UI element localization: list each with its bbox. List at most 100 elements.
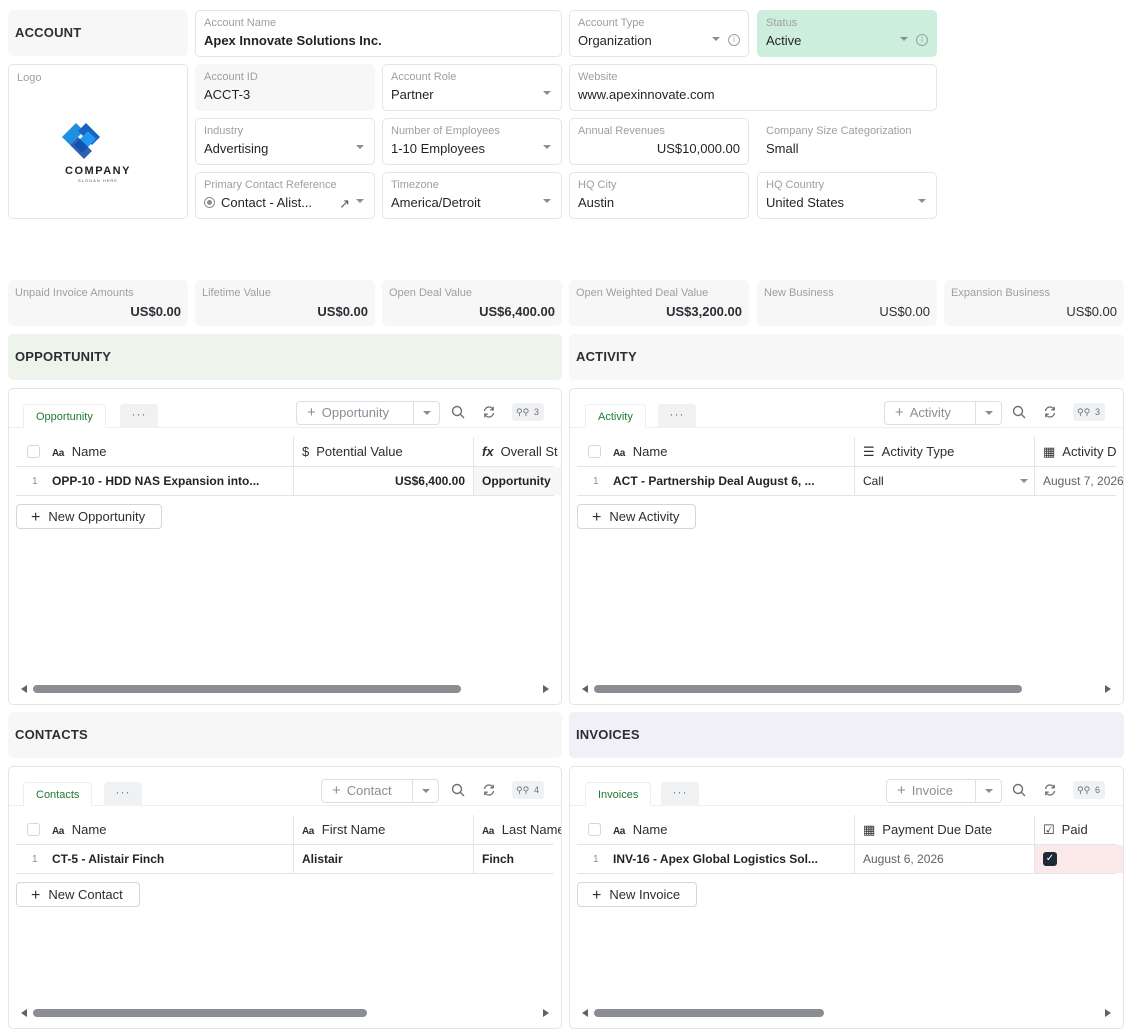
scroll-right-arrow-icon[interactable] [543, 685, 549, 693]
search-icon[interactable] [1012, 783, 1026, 800]
search-icon[interactable] [451, 405, 465, 422]
scroll-left-arrow-icon[interactable] [21, 1009, 27, 1017]
select-all-checkbox[interactable] [27, 445, 40, 458]
open-link-arrow-icon[interactable]: ↗ [339, 196, 350, 212]
column-header-last-name[interactable]: Aa Last Name [474, 815, 561, 844]
tab-invoices[interactable]: Invoices [585, 782, 652, 806]
invoice-name-cell[interactable]: INV-16 - Apex Global Logistics Sol... [605, 845, 855, 873]
annual-revenues-field[interactable]: Annual Revenues US$10,000.00 [569, 118, 749, 165]
table-row[interactable]: 1 ACT - Partnership Deal August 6, ... C… [577, 467, 1123, 496]
add-invoice-button[interactable]: + Invoice [886, 779, 1002, 803]
table-row[interactable]: 1 CT-5 - Alistair Finch Alistair Finch [16, 845, 554, 874]
chevron-down-icon[interactable] [975, 780, 1001, 802]
column-header-activity-type[interactable]: ☰ Activity Type [855, 437, 1035, 466]
select-all-checkbox[interactable] [588, 445, 601, 458]
timezone-field[interactable]: Timezone America/Detroit [382, 172, 562, 219]
column-header-name[interactable]: Aa Name [605, 815, 855, 844]
chevron-down-icon[interactable] [412, 780, 438, 802]
activity-type-cell[interactable]: Call [855, 467, 1035, 495]
primary-contact-field[interactable]: Primary Contact Reference Contact - Alis… [195, 172, 375, 219]
refresh-icon[interactable] [482, 405, 496, 422]
add-opportunity-button[interactable]: + Opportunity [296, 401, 440, 425]
chevron-down-icon[interactable] [712, 37, 720, 41]
info-icon[interactable]: i [916, 34, 928, 46]
scrollbar-thumb[interactable] [594, 1009, 824, 1017]
column-header-name[interactable]: Aa Name [44, 437, 294, 466]
more-tabs-button[interactable]: ··· [104, 782, 142, 806]
chevron-down-icon[interactable] [543, 145, 551, 149]
column-header-name[interactable]: Aa Name [605, 437, 855, 466]
search-icon[interactable] [1012, 405, 1026, 422]
activity-name-cell[interactable]: ACT - Partnership Deal August 6, ... [605, 467, 855, 495]
select-all-checkbox[interactable] [27, 823, 40, 836]
chevron-down-icon[interactable] [975, 402, 1001, 424]
more-tabs-button[interactable]: ··· [120, 404, 158, 428]
column-header-paid[interactable]: ☑ Paid [1035, 815, 1123, 844]
first-name-cell[interactable]: Alistair [294, 845, 474, 873]
chevron-down-icon[interactable] [356, 199, 364, 203]
last-name-cell[interactable]: Finch [474, 845, 561, 873]
add-contact-button[interactable]: + Contact [321, 779, 439, 803]
filter-count-button[interactable]: ⚲⚲ 4 [512, 781, 544, 799]
opportunity-name-cell[interactable]: OPP-10 - HDD NAS Expansion into... [44, 467, 294, 495]
horizontal-scrollbar[interactable] [582, 683, 1111, 695]
employees-field[interactable]: Number of Employees 1-10 Employees [382, 118, 562, 165]
table-row[interactable]: 1 OPP-10 - HDD NAS Expansion into... US$… [16, 467, 561, 496]
column-header-name[interactable]: Aa Name [44, 815, 294, 844]
chevron-down-icon[interactable] [918, 199, 926, 203]
scroll-left-arrow-icon[interactable] [582, 1009, 588, 1017]
chevron-down-icon[interactable] [543, 199, 551, 203]
potential-value-cell[interactable]: US$6,400.00 [294, 467, 474, 495]
scroll-left-arrow-icon[interactable] [21, 685, 27, 693]
more-tabs-button[interactable]: ··· [661, 782, 699, 806]
paid-cell[interactable]: ✓ [1035, 845, 1123, 873]
new-opportunity-button[interactable]: + New Opportunity [16, 504, 163, 529]
horizontal-scrollbar[interactable] [21, 1007, 549, 1019]
logo-field[interactable]: Logo COMPANY SLOGAN HERE [8, 64, 188, 219]
chevron-down-icon[interactable] [413, 402, 439, 424]
refresh-icon[interactable] [1043, 783, 1057, 800]
chevron-down-icon[interactable] [543, 91, 551, 95]
column-header-first-name[interactable]: Aa First Name [294, 815, 474, 844]
column-header-potential-value[interactable]: $ Potential Value [294, 437, 474, 466]
filter-count-button[interactable]: ⚲⚲ 3 [512, 403, 544, 421]
scroll-right-arrow-icon[interactable] [543, 1009, 549, 1017]
payment-due-date-cell[interactable]: August 6, 2026 [855, 845, 1035, 873]
search-icon[interactable] [451, 783, 465, 800]
new-contact-button[interactable]: + New Contact [16, 882, 140, 907]
new-activity-button[interactable]: + New Activity [577, 504, 697, 529]
scrollbar-thumb[interactable] [33, 1009, 367, 1017]
overall-stage-cell[interactable]: Opportunity [474, 467, 561, 495]
hq-city-field[interactable]: HQ City Austin [569, 172, 749, 219]
select-all-checkbox[interactable] [588, 823, 601, 836]
chevron-down-icon[interactable] [900, 37, 908, 41]
chevron-down-icon[interactable] [1020, 479, 1028, 483]
tab-activity[interactable]: Activity [585, 404, 646, 428]
column-header-payment-due-date[interactable]: ▦ Payment Due Date [855, 815, 1035, 844]
add-activity-button[interactable]: + Activity [884, 401, 1002, 425]
scrollbar-thumb[interactable] [33, 685, 461, 693]
refresh-icon[interactable] [482, 783, 496, 800]
activity-date-cell[interactable]: August 7, 2026 [1035, 467, 1123, 495]
website-field[interactable]: Website www.apexinnovate.com [569, 64, 937, 111]
scrollbar-thumb[interactable] [594, 685, 1022, 693]
filter-count-button[interactable]: ⚲⚲ 3 [1073, 403, 1105, 421]
tab-opportunity[interactable]: Opportunity [23, 404, 106, 428]
horizontal-scrollbar[interactable] [21, 683, 549, 695]
hq-country-field[interactable]: HQ Country United States [757, 172, 937, 219]
paid-checkbox-checked[interactable]: ✓ [1043, 852, 1057, 866]
filter-count-button[interactable]: ⚲⚲ 6 [1073, 781, 1105, 799]
more-tabs-button[interactable]: ··· [658, 404, 696, 428]
refresh-icon[interactable] [1043, 405, 1057, 422]
horizontal-scrollbar[interactable] [582, 1007, 1111, 1019]
scroll-right-arrow-icon[interactable] [1105, 685, 1111, 693]
account-role-field[interactable]: Account Role Partner [382, 64, 562, 111]
info-icon[interactable]: i [728, 34, 740, 46]
table-row[interactable]: 1 INV-16 - Apex Global Logistics Sol... … [577, 845, 1123, 874]
account-type-field[interactable]: Account Type Organization i [569, 10, 749, 57]
primary-contact-value[interactable]: Contact - Alist... [221, 195, 312, 210]
scroll-right-arrow-icon[interactable] [1105, 1009, 1111, 1017]
chevron-down-icon[interactable] [356, 145, 364, 149]
tab-contacts[interactable]: Contacts [23, 782, 93, 806]
status-field[interactable]: Status Active i [757, 10, 937, 57]
